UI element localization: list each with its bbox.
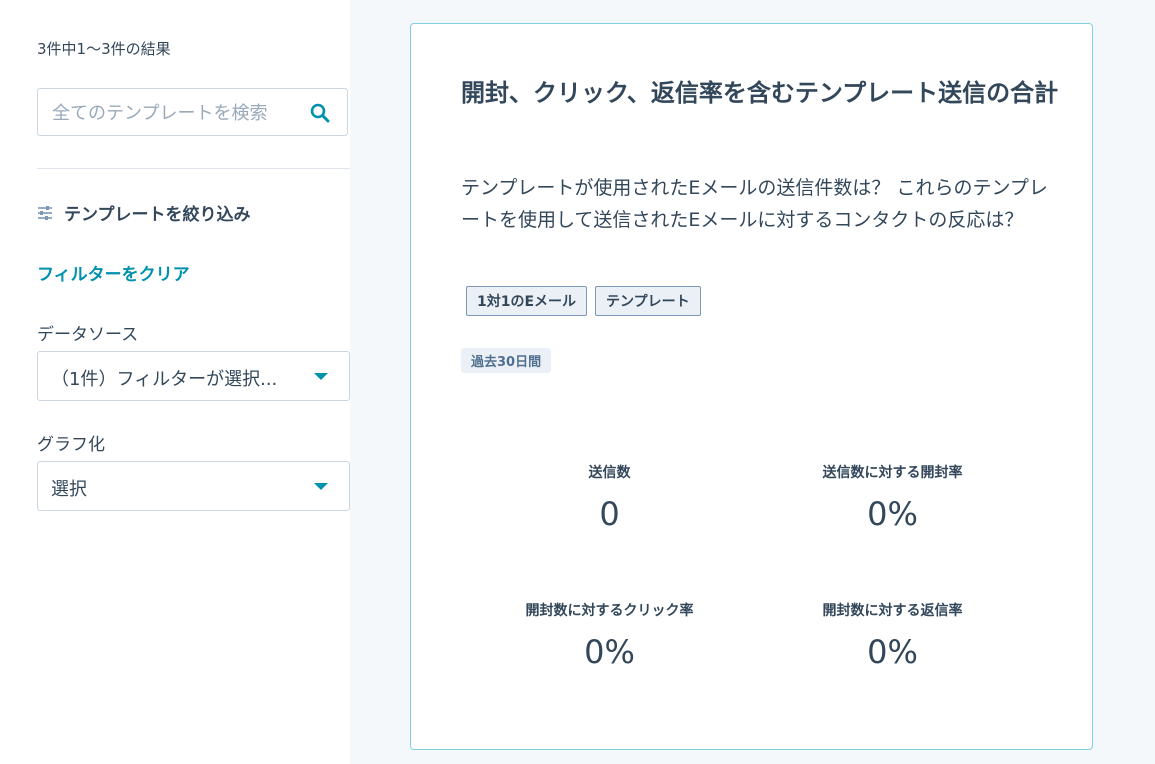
tag: 1対1のEメール: [466, 286, 588, 316]
graph-select[interactable]: 選択: [37, 461, 350, 511]
divider: [37, 168, 350, 169]
sidebar: 3件中1～3件の結果 テンプレートを絞り込み フィルターをクリア データソース: [0, 0, 350, 764]
metric-reply-rate: 開封数に対する返信率 0%: [751, 600, 1034, 671]
metric-open-rate: 送信数に対する開封率 0%: [751, 462, 1034, 533]
tag: テンプレート: [595, 286, 701, 316]
data-source-value: （1件）フィルターが選択...: [51, 369, 278, 390]
metric-value: 0: [599, 495, 620, 533]
metric-click-rate: 開封数に対するクリック率 0%: [468, 600, 751, 671]
tag-list: 1対1のEメール テンプレート: [466, 286, 701, 316]
search-icon[interactable]: [310, 103, 330, 123]
search-box[interactable]: [37, 88, 348, 137]
card-title: 開封、クリック、返信率を含むテンプレート送信の合計: [461, 79, 1059, 107]
graph-label: グラフ化: [37, 435, 105, 455]
metric-label: 送信数: [588, 465, 631, 481]
metric-value: 0%: [867, 633, 918, 671]
sliders-icon: [37, 205, 53, 221]
metric-label: 開封数に対するクリック率: [525, 603, 694, 619]
card-description: テンプレートが使用されたEメールの送信件数は？ これらのテンプレートを使用して送…: [461, 177, 1048, 231]
period-badge: 過去30日間: [461, 348, 552, 373]
data-source-select[interactable]: （1件）フィルターが選択...: [37, 351, 350, 401]
clear-filter-link[interactable]: フィルターをクリア: [37, 260, 190, 285]
filter-heading-label: テンプレートを絞り込み: [64, 205, 251, 225]
metric-label: 開封数に対する返信率: [822, 603, 963, 619]
metric-value: 0%: [867, 495, 918, 533]
search-input[interactable]: [50, 89, 304, 137]
metric-label: 送信数に対する開封率: [822, 465, 963, 481]
data-source-label: データソース: [37, 325, 139, 345]
metric-value: 0%: [584, 633, 635, 671]
report-card[interactable]: 開封、クリック、返信率を含むテンプレート送信の合計 テンプレートが使用されたEメ…: [410, 23, 1093, 750]
filter-heading: テンプレートを絞り込み: [37, 200, 251, 225]
caret-down-icon: [314, 373, 328, 380]
caret-down-icon: [314, 483, 328, 490]
results-count: 3件中1～3件の結果: [37, 40, 171, 58]
graph-value: 選択: [51, 479, 87, 500]
metric-sends: 送信数 0: [468, 462, 751, 533]
